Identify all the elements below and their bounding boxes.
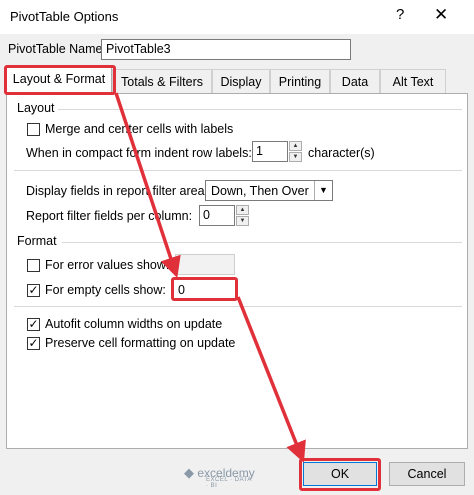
annotation-arrows bbox=[114, 92, 306, 463]
arrow-to-ok bbox=[236, 296, 306, 463]
arrow-to-empty-cells bbox=[114, 92, 181, 278]
